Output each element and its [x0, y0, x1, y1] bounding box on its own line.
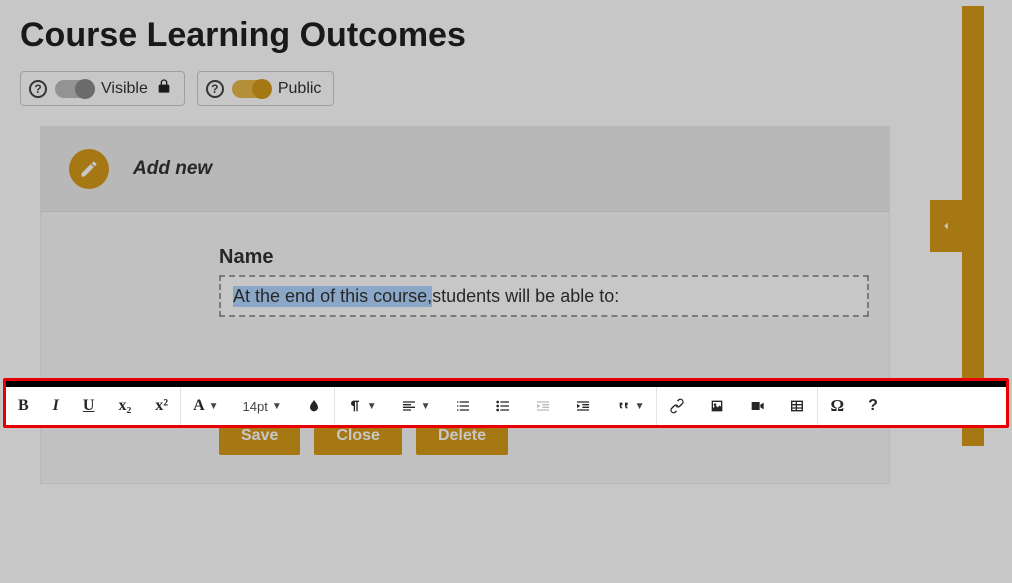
public-toggle[interactable] [232, 80, 270, 98]
color-button[interactable] [294, 387, 334, 425]
help-icon[interactable]: ? [29, 80, 47, 98]
bold-button[interactable]: B [6, 387, 41, 425]
quote-button[interactable]: ▼ [603, 387, 657, 425]
image-icon [709, 398, 725, 414]
align-left-icon [401, 398, 417, 414]
name-text-input[interactable]: At the end of this course, students will… [219, 275, 869, 317]
visible-label: Visible [101, 80, 148, 98]
superscript-button[interactable]: x² [143, 387, 180, 425]
video-icon [749, 398, 765, 414]
rich-text-toolbar: B I U x₂ x² A▼ 14pt▼ ▼ ▼ ▼ [6, 387, 1006, 425]
video-button[interactable] [737, 387, 777, 425]
image-button[interactable] [697, 387, 737, 425]
indent-icon [575, 398, 591, 414]
outdent-icon [535, 398, 551, 414]
add-new-label: Add new [133, 158, 212, 180]
rich-text-toolbar-highlight: B I U x₂ x² A▼ 14pt▼ ▼ ▼ ▼ [3, 378, 1009, 428]
ordered-list-button[interactable] [443, 387, 483, 425]
card-header: Add new [41, 127, 889, 212]
outcomes-card: Add new Name At the end of this course, … [40, 126, 890, 484]
ul-icon [495, 398, 511, 414]
page-title: Course Learning Outcomes [20, 16, 992, 55]
paragraph-format-button[interactable]: ▼ [335, 387, 389, 425]
font-size-button[interactable]: 14pt▼ [231, 387, 294, 425]
unordered-list-button[interactable] [483, 387, 523, 425]
pilcrow-icon [347, 398, 363, 414]
outdent-button[interactable] [523, 387, 563, 425]
remaining-text: students will be able to: [432, 286, 619, 307]
quote-icon [615, 398, 631, 414]
collapse-tab[interactable] [930, 200, 962, 252]
tint-icon [306, 398, 322, 414]
add-new-button[interactable] [69, 149, 109, 189]
special-char-button[interactable]: Ω [818, 387, 856, 425]
subscript-button[interactable]: x₂ [106, 387, 143, 425]
link-button[interactable] [657, 387, 697, 425]
public-label: Public [278, 80, 322, 98]
underline-button[interactable]: U [71, 387, 107, 425]
lock-icon [156, 78, 172, 99]
selected-text: At the end of this course, [233, 286, 432, 307]
ol-icon [455, 398, 471, 414]
italic-button[interactable]: I [41, 387, 71, 425]
public-toggle-chip: ? Public [197, 71, 335, 106]
visible-toggle-chip: ? Visible [20, 71, 185, 106]
visibility-controls: ? Visible ? Public [20, 71, 992, 106]
name-field-label: Name [219, 246, 851, 269]
pencil-icon [79, 159, 99, 179]
link-icon [669, 398, 685, 414]
align-button[interactable]: ▼ [389, 387, 443, 425]
table-icon [789, 398, 805, 414]
chevron-left-icon [939, 219, 953, 233]
table-button[interactable] [777, 387, 817, 425]
help-icon[interactable]: ? [206, 80, 224, 98]
font-family-button[interactable]: A▼ [181, 387, 230, 425]
toolbar-help-button[interactable]: ? [856, 387, 890, 425]
indent-button[interactable] [563, 387, 603, 425]
visible-toggle[interactable] [55, 80, 93, 98]
